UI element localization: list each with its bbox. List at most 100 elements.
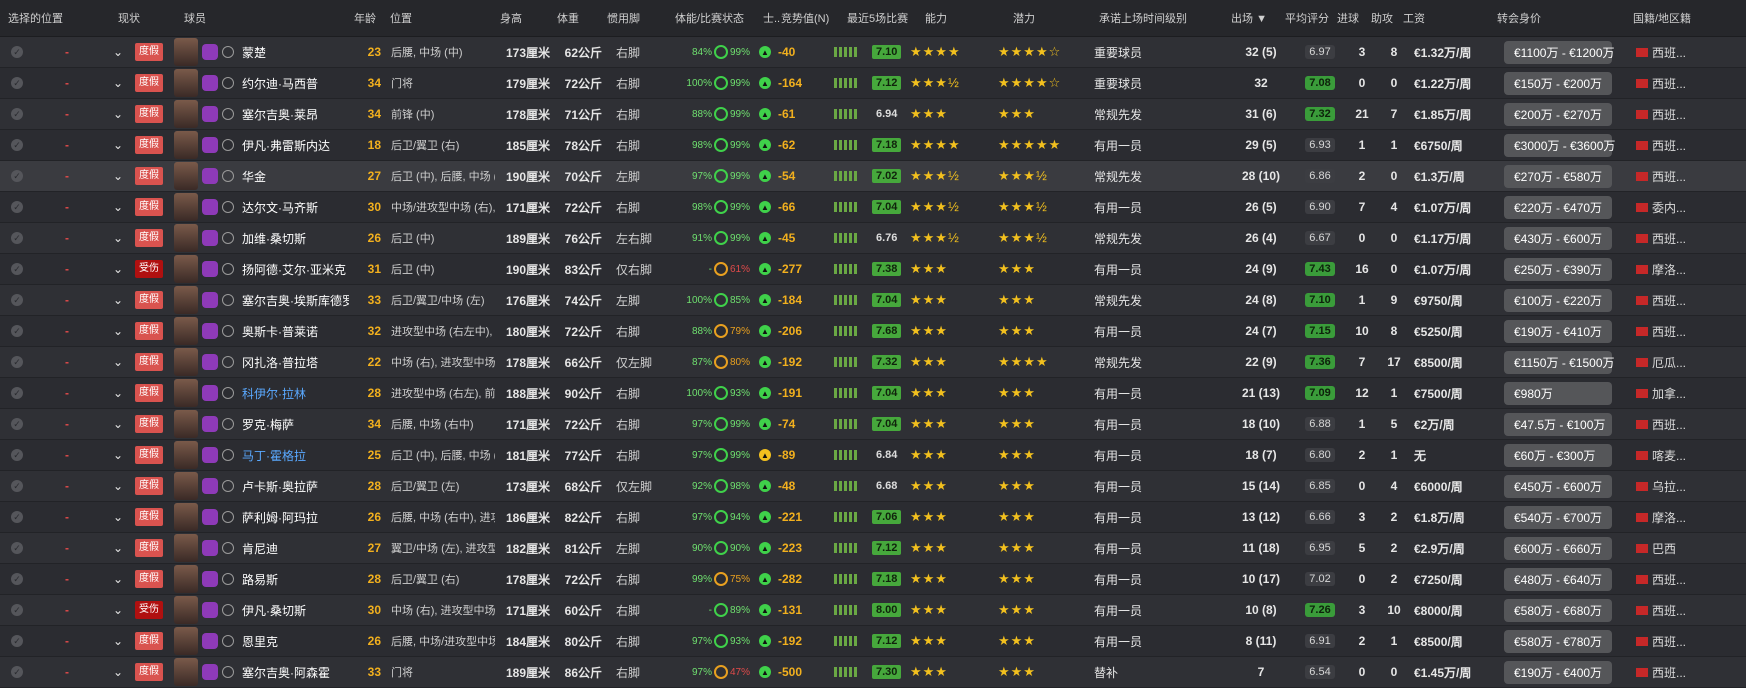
chevron-down-icon[interactable]: ⌄ — [108, 355, 128, 369]
select-checkbox[interactable]: ✓ — [8, 108, 26, 120]
col-ability[interactable]: 能力 — [925, 10, 1013, 26]
chevron-down-icon[interactable]: ⌄ — [108, 634, 128, 648]
select-checkbox[interactable]: ✓ — [8, 46, 26, 58]
selected-position[interactable]: - — [26, 107, 108, 121]
player-name[interactable]: 路易斯 — [242, 571, 349, 588]
chevron-down-icon[interactable]: ⌄ — [108, 603, 128, 617]
col-weight[interactable]: 体重 — [557, 10, 607, 26]
selected-position[interactable]: - — [26, 572, 108, 586]
col-playing-time[interactable]: 承诺上场时间级别 — [1099, 10, 1231, 26]
chevron-down-icon[interactable]: ⌄ — [108, 541, 128, 555]
select-checkbox[interactable]: ✓ — [8, 635, 26, 647]
chevron-down-icon[interactable]: ⌄ — [108, 665, 128, 679]
chevron-down-icon[interactable]: ⌄ — [108, 510, 128, 524]
col-goals[interactable]: 进球 — [1337, 10, 1371, 26]
table-row[interactable]: ✓ - ⌄ 受伤 扬阿德·艾尔·亚米克 31 后卫 (中) 190厘米 83公斤… — [0, 254, 1746, 285]
select-checkbox[interactable]: ✓ — [8, 294, 26, 306]
chevron-down-icon[interactable]: ⌄ — [108, 138, 128, 152]
table-row[interactable]: ✓ - ⌄ 度假 蒙楚 23 后腰, 中场 (中) 173厘米 62公斤 右脚 … — [0, 37, 1746, 68]
table-row[interactable]: ✓ - ⌄ 受伤 伊凡·桑切斯 30 中场 (右), 进攻型中场 (右左中) 1… — [0, 595, 1746, 626]
col-player[interactable]: 球员 — [184, 10, 354, 26]
select-checkbox[interactable]: ✓ — [8, 325, 26, 337]
selected-position[interactable]: - — [26, 231, 108, 245]
chevron-down-icon[interactable]: ⌄ — [108, 386, 128, 400]
player-name[interactable]: 蒙楚 — [242, 44, 349, 61]
selected-position[interactable]: - — [26, 634, 108, 648]
table-row[interactable]: ✓ - ⌄ 度假 冈扎洛·普拉塔 22 中场 (右), 进攻型中场 (右左中) … — [0, 347, 1746, 378]
player-name[interactable]: 卢卡斯·奥拉萨 — [242, 478, 349, 495]
avatar[interactable] — [170, 193, 202, 221]
player-name[interactable]: 马丁·霍格拉 — [242, 447, 349, 464]
chevron-down-icon[interactable]: ⌄ — [108, 324, 128, 338]
avatar[interactable] — [170, 627, 202, 655]
selected-position[interactable]: - — [26, 324, 108, 338]
selected-position[interactable]: - — [26, 138, 108, 152]
chevron-down-icon[interactable]: ⌄ — [108, 45, 128, 59]
player-name[interactable]: 奥斯卡·普莱诺 — [242, 323, 349, 340]
player-name[interactable]: 萨利姆·阿玛拉 — [242, 509, 349, 526]
select-checkbox[interactable]: ✓ — [8, 573, 26, 585]
select-checkbox[interactable]: ✓ — [8, 511, 26, 523]
table-row[interactable]: ✓ - ⌄ 度假 科伊尔·拉林 28 进攻型中场 (右左), 前锋 (中) 18… — [0, 378, 1746, 409]
avatar[interactable] — [170, 596, 202, 624]
select-checkbox[interactable]: ✓ — [8, 201, 26, 213]
col-position[interactable]: 位置 — [390, 10, 500, 26]
avatar[interactable] — [170, 348, 202, 376]
select-checkbox[interactable]: ✓ — [8, 170, 26, 182]
table-row[interactable]: ✓ - ⌄ 度假 萨利姆·阿玛拉 26 后腰, 中场 (右中), 进攻型中场 (… — [0, 502, 1746, 533]
select-checkbox[interactable]: ✓ — [8, 387, 26, 399]
table-row[interactable]: ✓ - ⌄ 度假 塞尔吉奥·莱昂 34 前锋 (中) 178厘米 71公斤 右脚… — [0, 99, 1746, 130]
player-name[interactable]: 肯尼迪 — [242, 540, 349, 557]
chevron-down-icon[interactable]: ⌄ — [108, 572, 128, 586]
chevron-down-icon[interactable]: ⌄ — [108, 169, 128, 183]
col-transfer-value[interactable]: 转会身价 — [1497, 10, 1633, 26]
table-row[interactable]: ✓ - ⌄ 度假 罗克·梅萨 34 后腰, 中场 (右中) 171厘米 72公斤… — [0, 409, 1746, 440]
chevron-down-icon[interactable]: ⌄ — [108, 293, 128, 307]
avatar[interactable] — [170, 38, 202, 66]
col-height[interactable]: 身高 — [500, 10, 557, 26]
selected-position[interactable]: - — [26, 665, 108, 679]
chevron-down-icon[interactable]: ⌄ — [108, 417, 128, 431]
selected-position[interactable]: - — [26, 510, 108, 524]
table-row[interactable]: ✓ - ⌄ 度假 马丁·霍格拉 25 后卫 (中), 后腰, 中场 (中) 18… — [0, 440, 1746, 471]
col-status[interactable]: 现状 — [118, 10, 184, 26]
player-name[interactable]: 恩里克 — [242, 633, 349, 650]
chevron-down-icon[interactable]: ⌄ — [108, 200, 128, 214]
player-name[interactable]: 塞尔吉奥·埃斯库德罗 — [242, 292, 349, 309]
selected-position[interactable]: - — [26, 76, 108, 90]
avatar[interactable] — [170, 534, 202, 562]
player-name[interactable]: 冈扎洛·普拉塔 — [242, 354, 349, 371]
avatar[interactable] — [170, 503, 202, 531]
select-checkbox[interactable]: ✓ — [8, 356, 26, 368]
avatar[interactable] — [170, 565, 202, 593]
player-name[interactable]: 伊凡·弗雷斯内达 — [242, 137, 349, 154]
player-name[interactable]: 达尔文·马齐斯 — [242, 199, 349, 216]
selected-position[interactable]: - — [26, 603, 108, 617]
col-wage[interactable]: 工资 — [1403, 10, 1497, 26]
select-checkbox[interactable]: ✓ — [8, 232, 26, 244]
col-nationality[interactable]: 国籍/地区籍 — [1633, 10, 1699, 26]
select-checkbox[interactable]: ✓ — [8, 604, 26, 616]
avatar[interactable] — [170, 658, 202, 686]
col-assists[interactable]: 助攻 — [1371, 10, 1403, 26]
chevron-down-icon[interactable]: ⌄ — [108, 448, 128, 462]
selected-position[interactable]: - — [26, 169, 108, 183]
player-name[interactable]: 扬阿德·艾尔·亚米克 — [242, 261, 349, 278]
avatar[interactable] — [170, 441, 202, 469]
avatar[interactable] — [170, 410, 202, 438]
selected-position[interactable]: - — [26, 355, 108, 369]
chevron-down-icon[interactable]: ⌄ — [108, 231, 128, 245]
avatar[interactable] — [170, 317, 202, 345]
col-avg-rating[interactable]: 平均评分 — [1285, 10, 1337, 26]
select-checkbox[interactable]: ✓ — [8, 77, 26, 89]
table-row[interactable]: ✓ - ⌄ 度假 路易斯 28 后卫/翼卫 (右) 178厘米 72公斤 右脚 … — [0, 564, 1746, 595]
player-name[interactable]: 罗克·梅萨 — [242, 416, 349, 433]
avatar[interactable] — [170, 100, 202, 128]
table-row[interactable]: ✓ - ⌄ 度假 肯尼迪 27 翼卫/中场 (左), 进攻型中场 (左右) 18… — [0, 533, 1746, 564]
select-checkbox[interactable]: ✓ — [8, 480, 26, 492]
col-last5[interactable]: 最近5场比赛 — [847, 10, 925, 26]
selected-position[interactable]: - — [26, 417, 108, 431]
selected-position[interactable]: - — [26, 293, 108, 307]
col-fitness[interactable]: 体能/比赛状态 — [675, 10, 763, 26]
table-row[interactable]: ✓ - ⌄ 度假 伊凡·弗雷斯内达 18 后卫/翼卫 (右) 185厘米 78公… — [0, 130, 1746, 161]
